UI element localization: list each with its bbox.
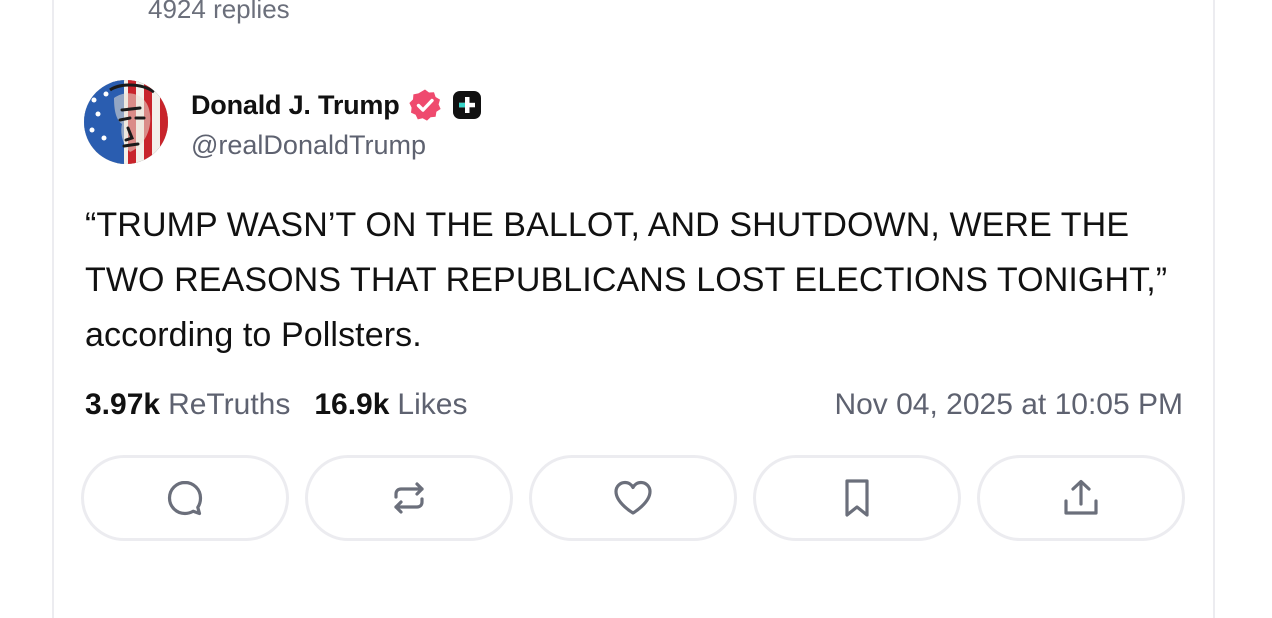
avatar-image (84, 80, 168, 164)
share-button[interactable] (977, 455, 1185, 541)
likes-count[interactable]: 16.9k (314, 388, 389, 422)
repost-icon (394, 482, 424, 514)
bookmark-button[interactable] (753, 455, 961, 541)
author-handle[interactable]: @realDonaldTrump (191, 130, 426, 161)
author-row: Donald J. Trump (191, 86, 482, 124)
avatar[interactable] (84, 80, 168, 164)
retruth-button[interactable] (305, 455, 513, 541)
reply-button[interactable] (81, 455, 289, 541)
author-name[interactable]: Donald J. Trump (191, 90, 400, 121)
heart-icon (614, 480, 652, 515)
comment-icon (167, 480, 203, 516)
like-button[interactable] (529, 455, 737, 541)
bookmark-icon (845, 479, 869, 517)
action-bar (81, 455, 1185, 541)
share-icon (1064, 479, 1098, 515)
replies-count[interactable]: 4924 replies (148, 0, 290, 25)
retruths-count[interactable]: 3.97k (85, 388, 160, 422)
post-timestamp: Nov 04, 2025 at 10:05 PM (834, 388, 1183, 421)
likes-label[interactable]: Likes (397, 388, 467, 422)
retruths-label[interactable]: ReTruths (168, 388, 290, 422)
post-text: “TRUMP WASN’T ON THE BALLOT, AND SHUTDOW… (85, 206, 1168, 354)
plus-badge-icon (452, 90, 482, 120)
verified-badge-icon (408, 88, 442, 122)
post-stats: 3.97k ReTruths 16.9k Likes (85, 385, 467, 425)
